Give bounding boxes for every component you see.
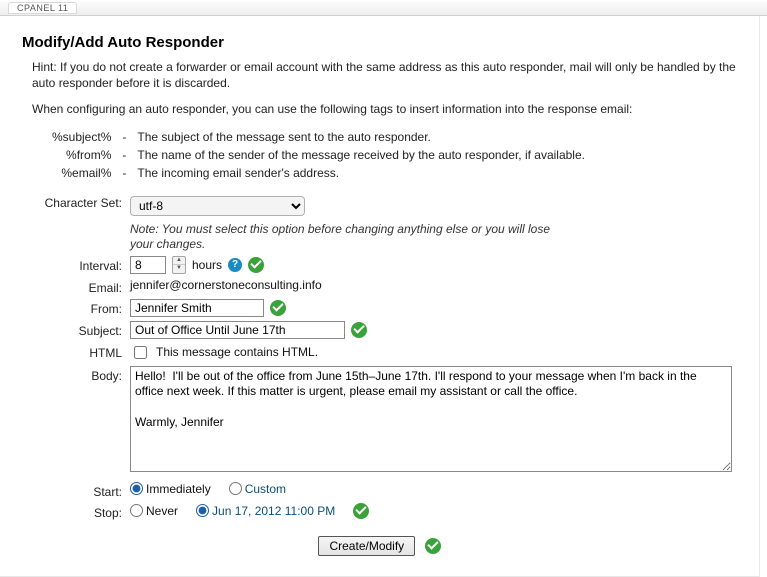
tag-desc: The incoming email sender's address. [133,164,589,182]
hint-text: Hint: If you do not create a forwarder o… [32,59,737,91]
tag-row: %subject% - The subject of the message s… [48,128,589,146]
check-icon [248,257,264,273]
interval-input[interactable] [130,256,166,274]
top-bar: CPANEL 11 [0,0,767,16]
tag-desc: The name of the sender of the message re… [133,146,589,164]
tag-reference-table: %subject% - The subject of the message s… [48,128,589,182]
tag-name: %email% [48,164,115,182]
start-immediately-radio[interactable] [130,482,143,495]
start-label: Start: [22,482,130,499]
body-textarea[interactable]: Hello! I'll be out of the office from Ju… [130,366,732,472]
interval-label: Interval: [22,256,130,273]
email-label: Email: [22,278,130,295]
body-label: Body: [22,366,130,383]
stop-never-radio[interactable] [130,504,143,517]
html-label: HTML [22,343,130,360]
interval-unit: hours [192,258,222,272]
stop-custom-option[interactable]: Jun 17, 2012 11:00 PM [196,504,335,518]
tag-row: %email% - The incoming email sender's ad… [48,164,589,182]
subject-label: Subject: [22,321,130,338]
stop-label: Stop: [22,503,130,520]
cpanel-version-label: CPANEL 11 [8,2,77,14]
tags-intro: When configuring an auto responder, you … [32,101,737,117]
stop-never-option[interactable]: Never [130,504,178,518]
start-custom-option[interactable]: Custom [229,482,286,496]
start-custom-radio[interactable] [229,482,242,495]
html-checkbox-label: This message contains HTML. [156,345,318,359]
check-icon [353,503,369,519]
start-immediately-option[interactable]: Immediately [130,482,211,496]
subject-input[interactable] [130,321,345,339]
from-label: From: [22,299,130,316]
html-checkbox[interactable] [134,346,147,359]
tag-name: %from% [48,146,115,164]
tag-name: %subject% [48,128,115,146]
stop-custom-radio[interactable] [196,504,209,517]
charset-select[interactable]: utf-8 [130,196,305,216]
tag-row: %from% - The name of the sender of the m… [48,146,589,164]
create-modify-button[interactable]: Create/Modify [318,536,415,556]
help-icon[interactable]: ? [228,258,242,272]
page-title: Modify/Add Auto Responder [22,34,737,51]
from-input[interactable] [130,299,264,317]
stepper-icon[interactable]: ▲▼ [172,256,186,274]
tag-desc: The subject of the message sent to the a… [133,128,589,146]
check-icon [351,322,367,338]
charset-note: Note: You must select this option before… [130,222,560,252]
charset-label: Character Set: [22,196,130,210]
email-value: jennifer@cornerstoneconsulting.info [130,278,322,292]
check-icon [425,538,441,554]
check-icon [270,300,286,316]
